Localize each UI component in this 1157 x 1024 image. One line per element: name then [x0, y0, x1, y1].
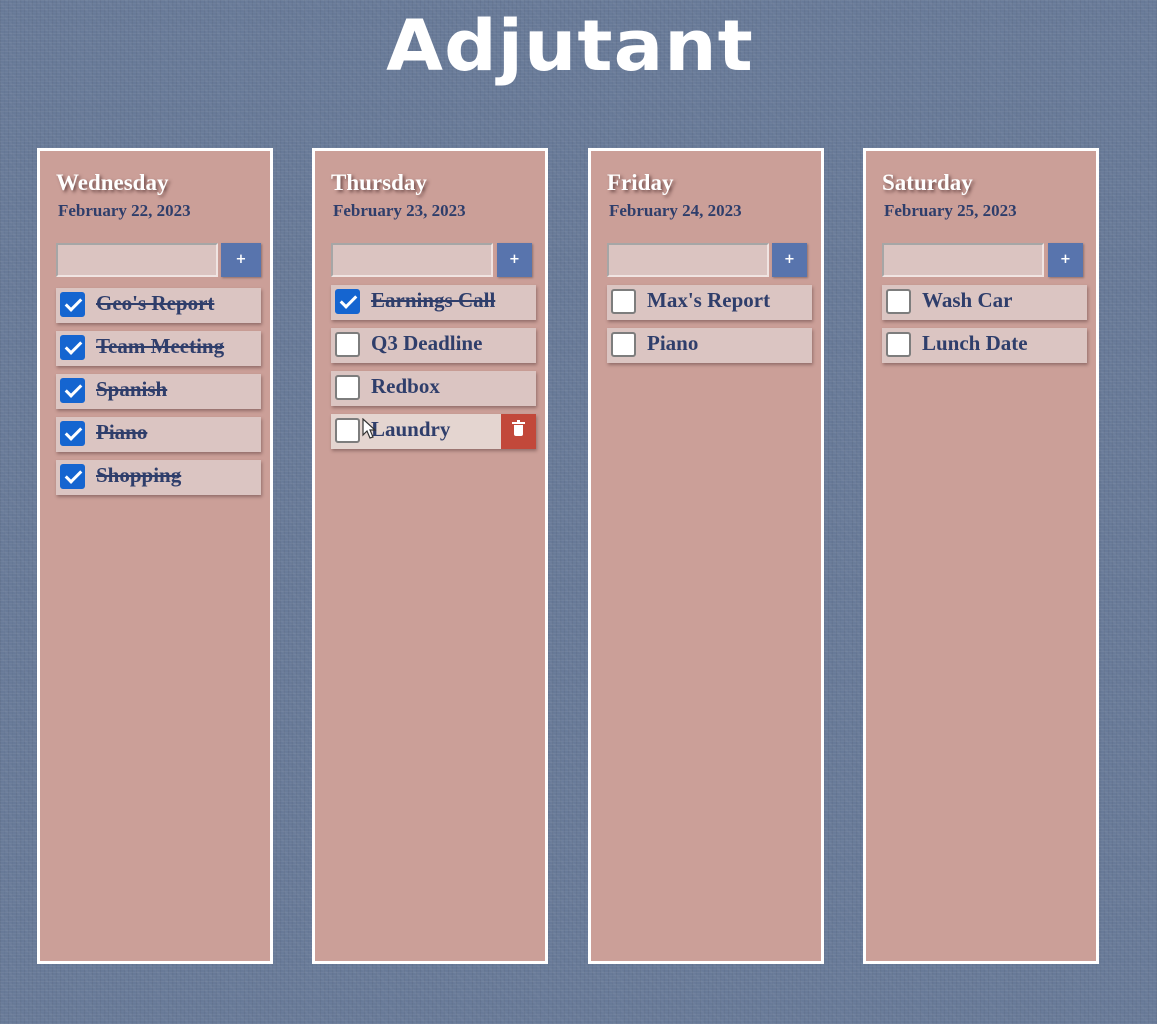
add-task-button[interactable]: +	[772, 243, 807, 277]
task-checkbox[interactable]	[611, 332, 636, 357]
day-column-wednesday: Wednesday February 22, 2023 + Geo's Repo…	[37, 148, 273, 964]
task-item[interactable]: Piano	[56, 417, 261, 452]
add-task-button[interactable]: +	[497, 243, 532, 277]
task-item[interactable]: Lunch Date	[882, 328, 1087, 363]
task-item[interactable]: Geo's Report	[56, 288, 261, 323]
task-checkbox[interactable]	[60, 292, 85, 317]
task-checkbox[interactable]	[886, 332, 911, 357]
task-label: Earnings Call	[371, 288, 496, 312]
task-checkbox[interactable]	[886, 289, 911, 314]
new-task-input[interactable]	[607, 243, 769, 277]
task-label: Max's Report	[647, 288, 771, 312]
day-column-friday: Friday February 24, 2023 + Max's Report …	[588, 148, 824, 964]
task-label: Shopping	[96, 463, 182, 487]
app-title: Adjutant	[386, 5, 754, 87]
task-checkbox[interactable]	[60, 464, 85, 489]
day-date: February 25, 2023	[884, 201, 1017, 220]
day-date: February 23, 2023	[333, 201, 466, 220]
task-label: Piano	[96, 420, 148, 444]
task-label: Q3 Deadline	[371, 331, 483, 355]
task-list: Wash Car Lunch Date	[882, 285, 1087, 371]
mouse-cursor-icon	[362, 418, 377, 439]
trash-icon	[512, 420, 525, 436]
task-item[interactable]: Shopping	[56, 460, 261, 495]
task-label: Laundry	[371, 417, 451, 441]
add-task-button[interactable]: +	[221, 243, 261, 277]
task-label: Geo's Report	[96, 291, 215, 315]
task-label: Team Meeting	[96, 334, 225, 358]
task-item[interactable]: Earnings Call	[331, 285, 536, 320]
task-item[interactable]: Redbox	[331, 371, 536, 406]
task-label: Redbox	[371, 374, 440, 398]
task-item[interactable]: Max's Report	[607, 285, 812, 320]
task-list: Geo's Report Team Meeting Spanish Piano …	[56, 288, 261, 503]
new-task-input[interactable]	[331, 243, 493, 277]
delete-task-button[interactable]	[501, 414, 536, 449]
task-checkbox[interactable]	[335, 289, 360, 314]
task-item[interactable]: Piano	[607, 328, 812, 363]
day-column-saturday: Saturday February 25, 2023 + Wash Car Lu…	[863, 148, 1099, 964]
task-checkbox[interactable]	[60, 378, 85, 403]
task-list: Max's Report Piano	[607, 285, 812, 371]
add-task-button[interactable]: +	[1048, 243, 1083, 277]
task-label: Piano	[647, 331, 699, 355]
new-task-input[interactable]	[882, 243, 1044, 277]
day-name: Saturday	[882, 170, 973, 195]
task-checkbox[interactable]	[60, 421, 85, 446]
task-checkbox[interactable]	[335, 375, 360, 400]
day-name: Friday	[607, 170, 674, 195]
day-name: Thursday	[331, 170, 427, 195]
task-checkbox[interactable]	[60, 335, 85, 360]
task-item[interactable]: Team Meeting	[56, 331, 261, 366]
day-name: Wednesday	[56, 170, 169, 195]
task-checkbox[interactable]	[611, 289, 636, 314]
task-label: Lunch Date	[922, 331, 1028, 355]
task-label: Spanish	[96, 377, 168, 401]
day-date: February 24, 2023	[609, 201, 742, 220]
task-checkbox[interactable]	[335, 418, 360, 443]
task-item[interactable]: Spanish	[56, 374, 261, 409]
task-item[interactable]: Q3 Deadline	[331, 328, 536, 363]
task-item[interactable]: Wash Car	[882, 285, 1087, 320]
day-column-thursday: Thursday February 23, 2023 + Earnings Ca…	[312, 148, 548, 964]
day-date: February 22, 2023	[58, 201, 191, 220]
task-checkbox[interactable]	[335, 332, 360, 357]
new-task-input[interactable]	[56, 243, 218, 277]
task-label: Wash Car	[922, 288, 1013, 312]
